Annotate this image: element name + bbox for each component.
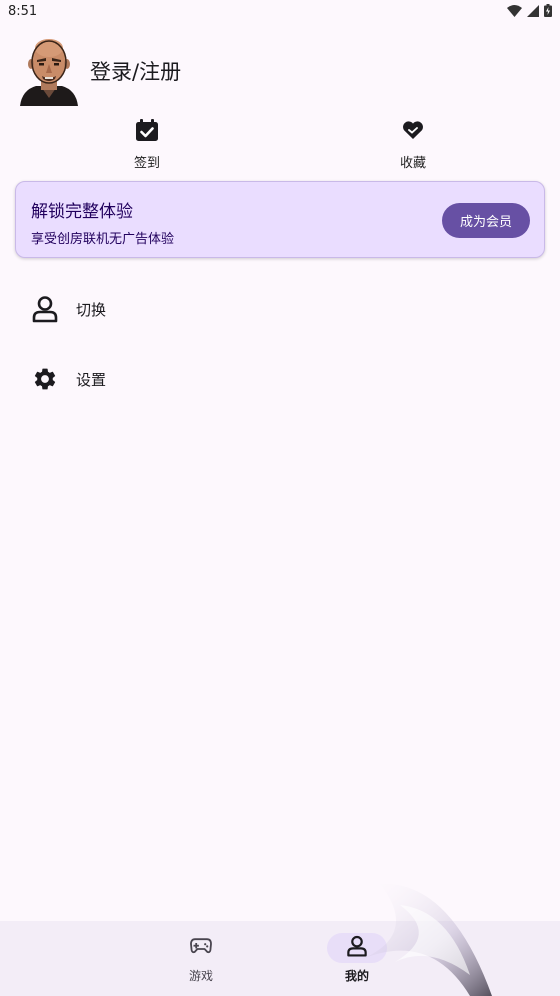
nav-games-label: 游戏 [188, 969, 213, 983]
settings-menu: 切换 设置 [0, 274, 560, 414]
status-bar: 8:51 [0, 0, 560, 24]
membership-subtitle: 享受创房联机无广告体验 [31, 232, 175, 247]
profile-header[interactable]: 登录/注册 [18, 36, 181, 106]
status-icons [507, 4, 552, 17]
checkin-label: 签到 [133, 156, 160, 171]
membership-banner[interactable]: 解锁完整体验 享受创房联机无广告体验 成为会员 [15, 181, 545, 258]
gamepad-icon [190, 938, 212, 958]
battery-icon [544, 4, 552, 17]
person-icon [30, 294, 60, 324]
person-icon [346, 935, 368, 961]
favorite-button[interactable]: 收藏 [373, 118, 453, 171]
status-time: 8:51 [8, 4, 38, 19]
bottom-navigation: 游戏 我的 [0, 921, 560, 996]
nav-games-indicator [171, 933, 231, 963]
menu-item-switch-account[interactable]: 切换 [0, 274, 560, 344]
nav-mine-indicator [327, 933, 387, 963]
nav-tab-mine[interactable]: 我的 [287, 921, 427, 996]
heart-icon [401, 118, 425, 146]
nav-mine-label: 我的 [344, 969, 369, 983]
checkin-button[interactable]: 签到 [107, 118, 187, 171]
signal-icon [527, 4, 539, 17]
menu-item-label: 切换 [76, 300, 107, 319]
login-register-link[interactable]: 登录/注册 [90, 56, 181, 86]
avatar[interactable] [18, 36, 80, 106]
menu-item-settings[interactable]: 设置 [0, 344, 560, 414]
quick-actions: 签到 收藏 [0, 118, 560, 172]
nav-tab-games[interactable]: 游戏 [131, 921, 271, 996]
membership-title: 解锁完整体验 [31, 202, 133, 222]
screen: 8:51 登录/注册 签到 收藏 解锁完整体验 享受创房联机无广告体验 成为会员… [0, 0, 560, 996]
favorite-label: 收藏 [399, 156, 426, 171]
gear-icon [30, 364, 60, 394]
wifi-icon [507, 4, 522, 17]
calendar-check-icon [135, 118, 159, 146]
become-member-button[interactable]: 成为会员 [442, 203, 530, 238]
menu-item-label: 设置 [76, 370, 107, 389]
